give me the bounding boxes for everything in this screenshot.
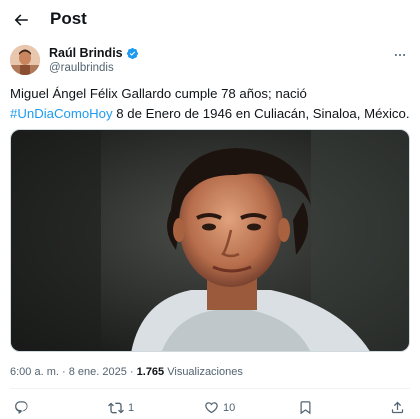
hashtag-link[interactable]: #UnDiaComoHoy (10, 106, 113, 121)
views-label: Visualizaciones (167, 366, 243, 378)
reply-button[interactable] (14, 400, 29, 415)
meta-separator: · (61, 366, 66, 378)
tweet-text-before: Miguel Ángel Félix Gallardo cumple 78 añ… (10, 86, 307, 101)
tweet-text-after: 8 de Enero de 1946 en Culiacán, Sinaloa,… (112, 106, 410, 121)
tweet-text: Miguel Ángel Félix Gallardo cumple 78 añ… (10, 84, 410, 124)
page-title: Post (50, 9, 87, 28)
views-count: 1.765 (136, 366, 165, 378)
top-bar: Post (0, 0, 420, 40)
bookmark-button[interactable] (298, 400, 313, 415)
portrait-photo (11, 130, 409, 351)
retweet-button[interactable]: 1 (108, 400, 134, 416)
tweet-time[interactable]: 6:00 a. m. (10, 366, 59, 378)
share-button[interactable] (390, 400, 405, 415)
avatar[interactable] (10, 45, 40, 75)
retweet-icon (108, 402, 124, 414)
arrow-left-icon (14, 14, 28, 26)
author-name-link[interactable]: Raúl Brindis (49, 46, 139, 60)
more-icon (394, 53, 406, 57)
tweet-meta: 6:00 a. m. · 8 ene. 2025 · 1.765 Visuali… (10, 366, 243, 378)
author-row: Raúl Brindis @raulbrindis (10, 45, 410, 77)
verified-badge-icon (126, 47, 139, 60)
action-bar: 1 10 (0, 396, 420, 419)
like-button[interactable]: 10 (204, 400, 235, 415)
like-count: 10 (223, 401, 236, 414)
reply-icon (15, 401, 28, 414)
avatar-image (10, 45, 40, 75)
meta-separator-2: · (129, 366, 134, 378)
tweet-photo[interactable] (10, 129, 410, 352)
tweet-date[interactable]: 8 ene. 2025 (69, 366, 127, 378)
bookmark-icon (300, 401, 311, 415)
author-handle[interactable]: @raulbrindis (49, 62, 114, 74)
more-options-button[interactable] (392, 47, 408, 63)
divider (10, 388, 410, 389)
retweet-count: 1 (128, 402, 135, 414)
author-name: Raúl Brindis (49, 46, 123, 60)
back-button[interactable] (8, 7, 34, 33)
heart-icon (205, 402, 218, 414)
share-icon (391, 401, 404, 414)
